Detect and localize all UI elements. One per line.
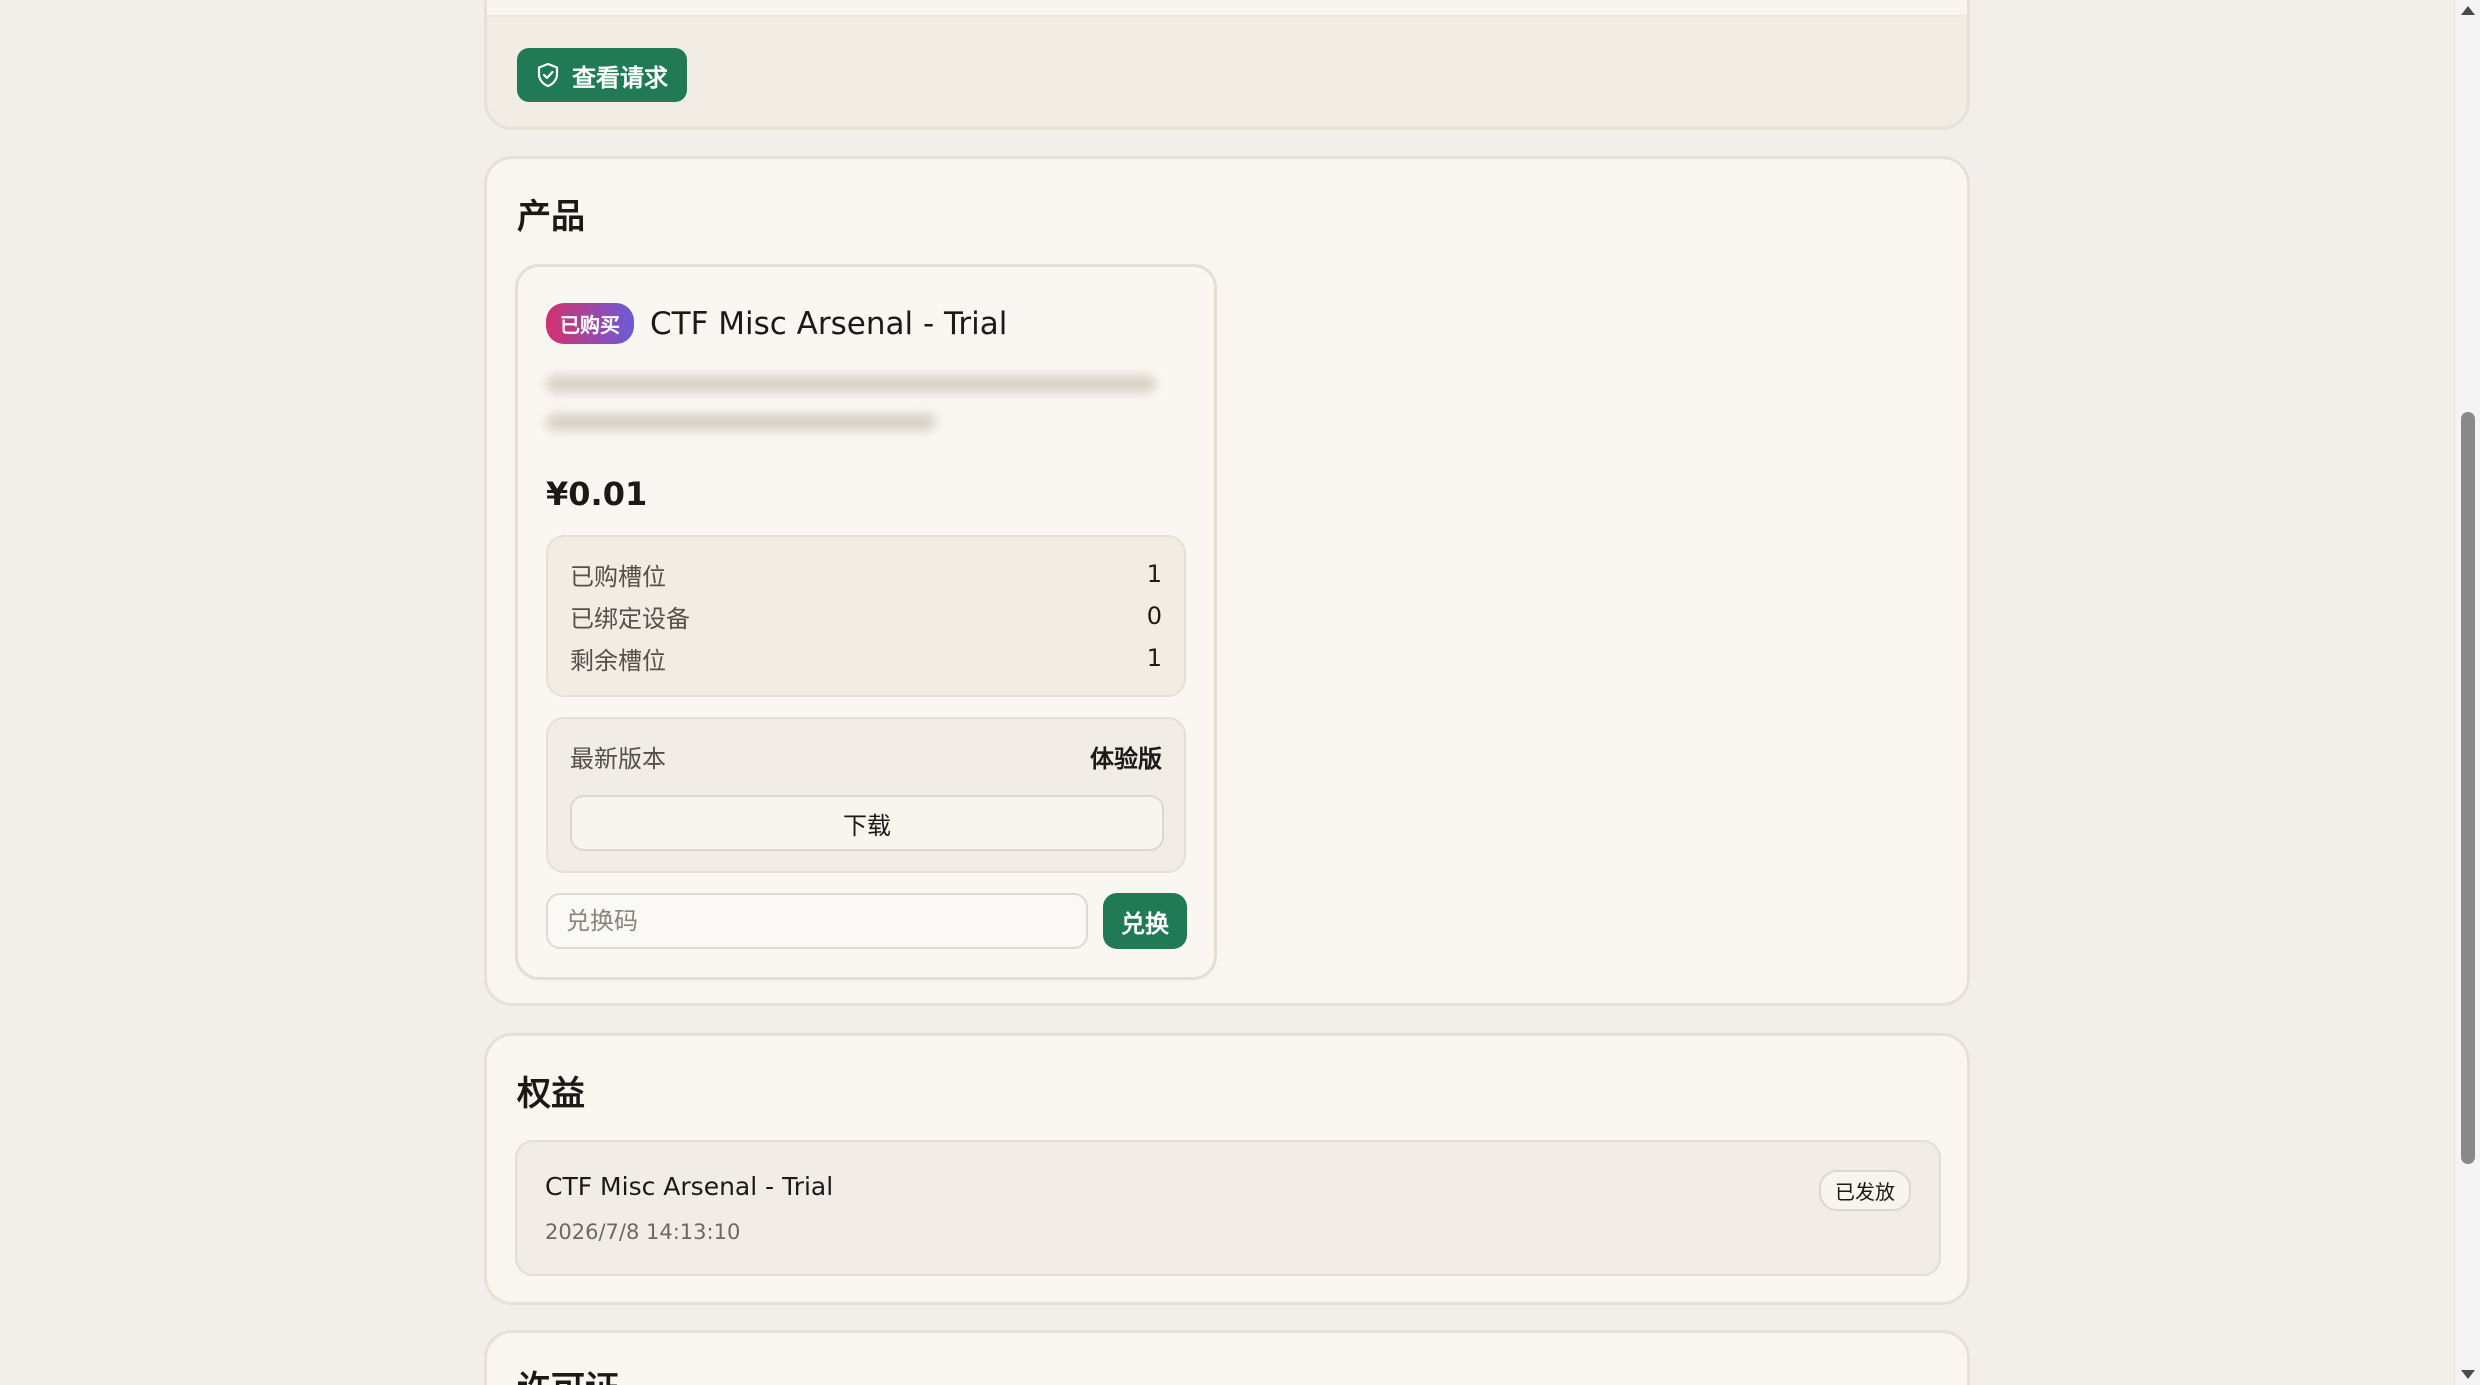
stat-row-purchased-slots: 已购槽位 1 [570, 553, 1162, 595]
right-name: CTF Misc Arsenal - Trial [545, 1172, 834, 1201]
vertical-scrollbar[interactable] [2454, 0, 2480, 1385]
product-card: 已购买 CTF Misc Arsenal - Trial ¥0.01 已购槽位 … [515, 264, 1217, 980]
stat-row-bound-devices: 已绑定设备 0 [570, 595, 1162, 637]
shield-check-icon [537, 62, 559, 88]
issued-status-badge: 已发放 [1819, 1170, 1911, 1211]
license-title: 许可证 [517, 1361, 619, 1385]
scroll-up-arrow-icon[interactable] [2461, 6, 2475, 15]
view-request-label: 查看请求 [572, 64, 668, 92]
product-price: ¥0.01 [546, 475, 648, 513]
rights-title: 权益 [517, 1074, 585, 1114]
purchased-badge: 已购买 [546, 303, 634, 344]
products-card: 产品 已购买 CTF Misc Arsenal - Trial ¥0.01 已购… [484, 156, 1970, 1006]
rights-list-item: CTF Misc Arsenal - Trial 2026/7/8 14:13:… [515, 1140, 1941, 1276]
stat-value: 0 [1146, 602, 1162, 630]
product-name: CTF Misc Arsenal - Trial [650, 305, 1008, 342]
slot-stats: 已购槽位 1 已绑定设备 0 剩余槽位 1 [546, 535, 1186, 697]
license-card: 许可证 [484, 1330, 1970, 1385]
page: 查看请求 产品 已购买 CTF Misc Arsenal - Trial ¥0.… [0, 0, 2480, 1385]
blurred-line [546, 375, 1156, 393]
stat-value: 1 [1146, 560, 1162, 588]
product-description-blurred [546, 375, 1166, 451]
stat-label: 已绑定设备 [570, 604, 690, 633]
version-box: 最新版本 体验版 下载 [546, 717, 1186, 873]
view-request-button[interactable]: 查看请求 [517, 48, 687, 102]
latest-version-value: 体验版 [1090, 745, 1162, 773]
latest-version-label: 最新版本 [570, 745, 666, 773]
products-title: 产品 [517, 197, 585, 237]
scroll-down-arrow-icon[interactable] [2461, 1370, 2475, 1379]
rights-card: 权益 CTF Misc Arsenal - Trial 2026/7/8 14:… [484, 1033, 1970, 1305]
stat-label: 剩余槽位 [570, 646, 666, 675]
stat-row-remaining-slots: 剩余槽位 1 [570, 637, 1162, 679]
request-card: 查看请求 [484, 0, 1970, 130]
stat-label: 已购槽位 [570, 562, 666, 591]
scroll-thumb[interactable] [2461, 412, 2475, 1164]
latest-version-row: 最新版本 体验版 [570, 739, 1162, 774]
right-timestamp: 2026/7/8 14:13:10 [545, 1220, 741, 1244]
redeem-button[interactable]: 兑换 [1103, 893, 1187, 949]
download-button[interactable]: 下载 [570, 795, 1164, 851]
redeem-code-input[interactable] [546, 893, 1088, 949]
stat-value: 1 [1146, 644, 1162, 672]
blurred-line [546, 413, 936, 431]
request-card-strip [487, 0, 1967, 17]
product-header: 已购买 CTF Misc Arsenal - Trial [546, 303, 1007, 344]
